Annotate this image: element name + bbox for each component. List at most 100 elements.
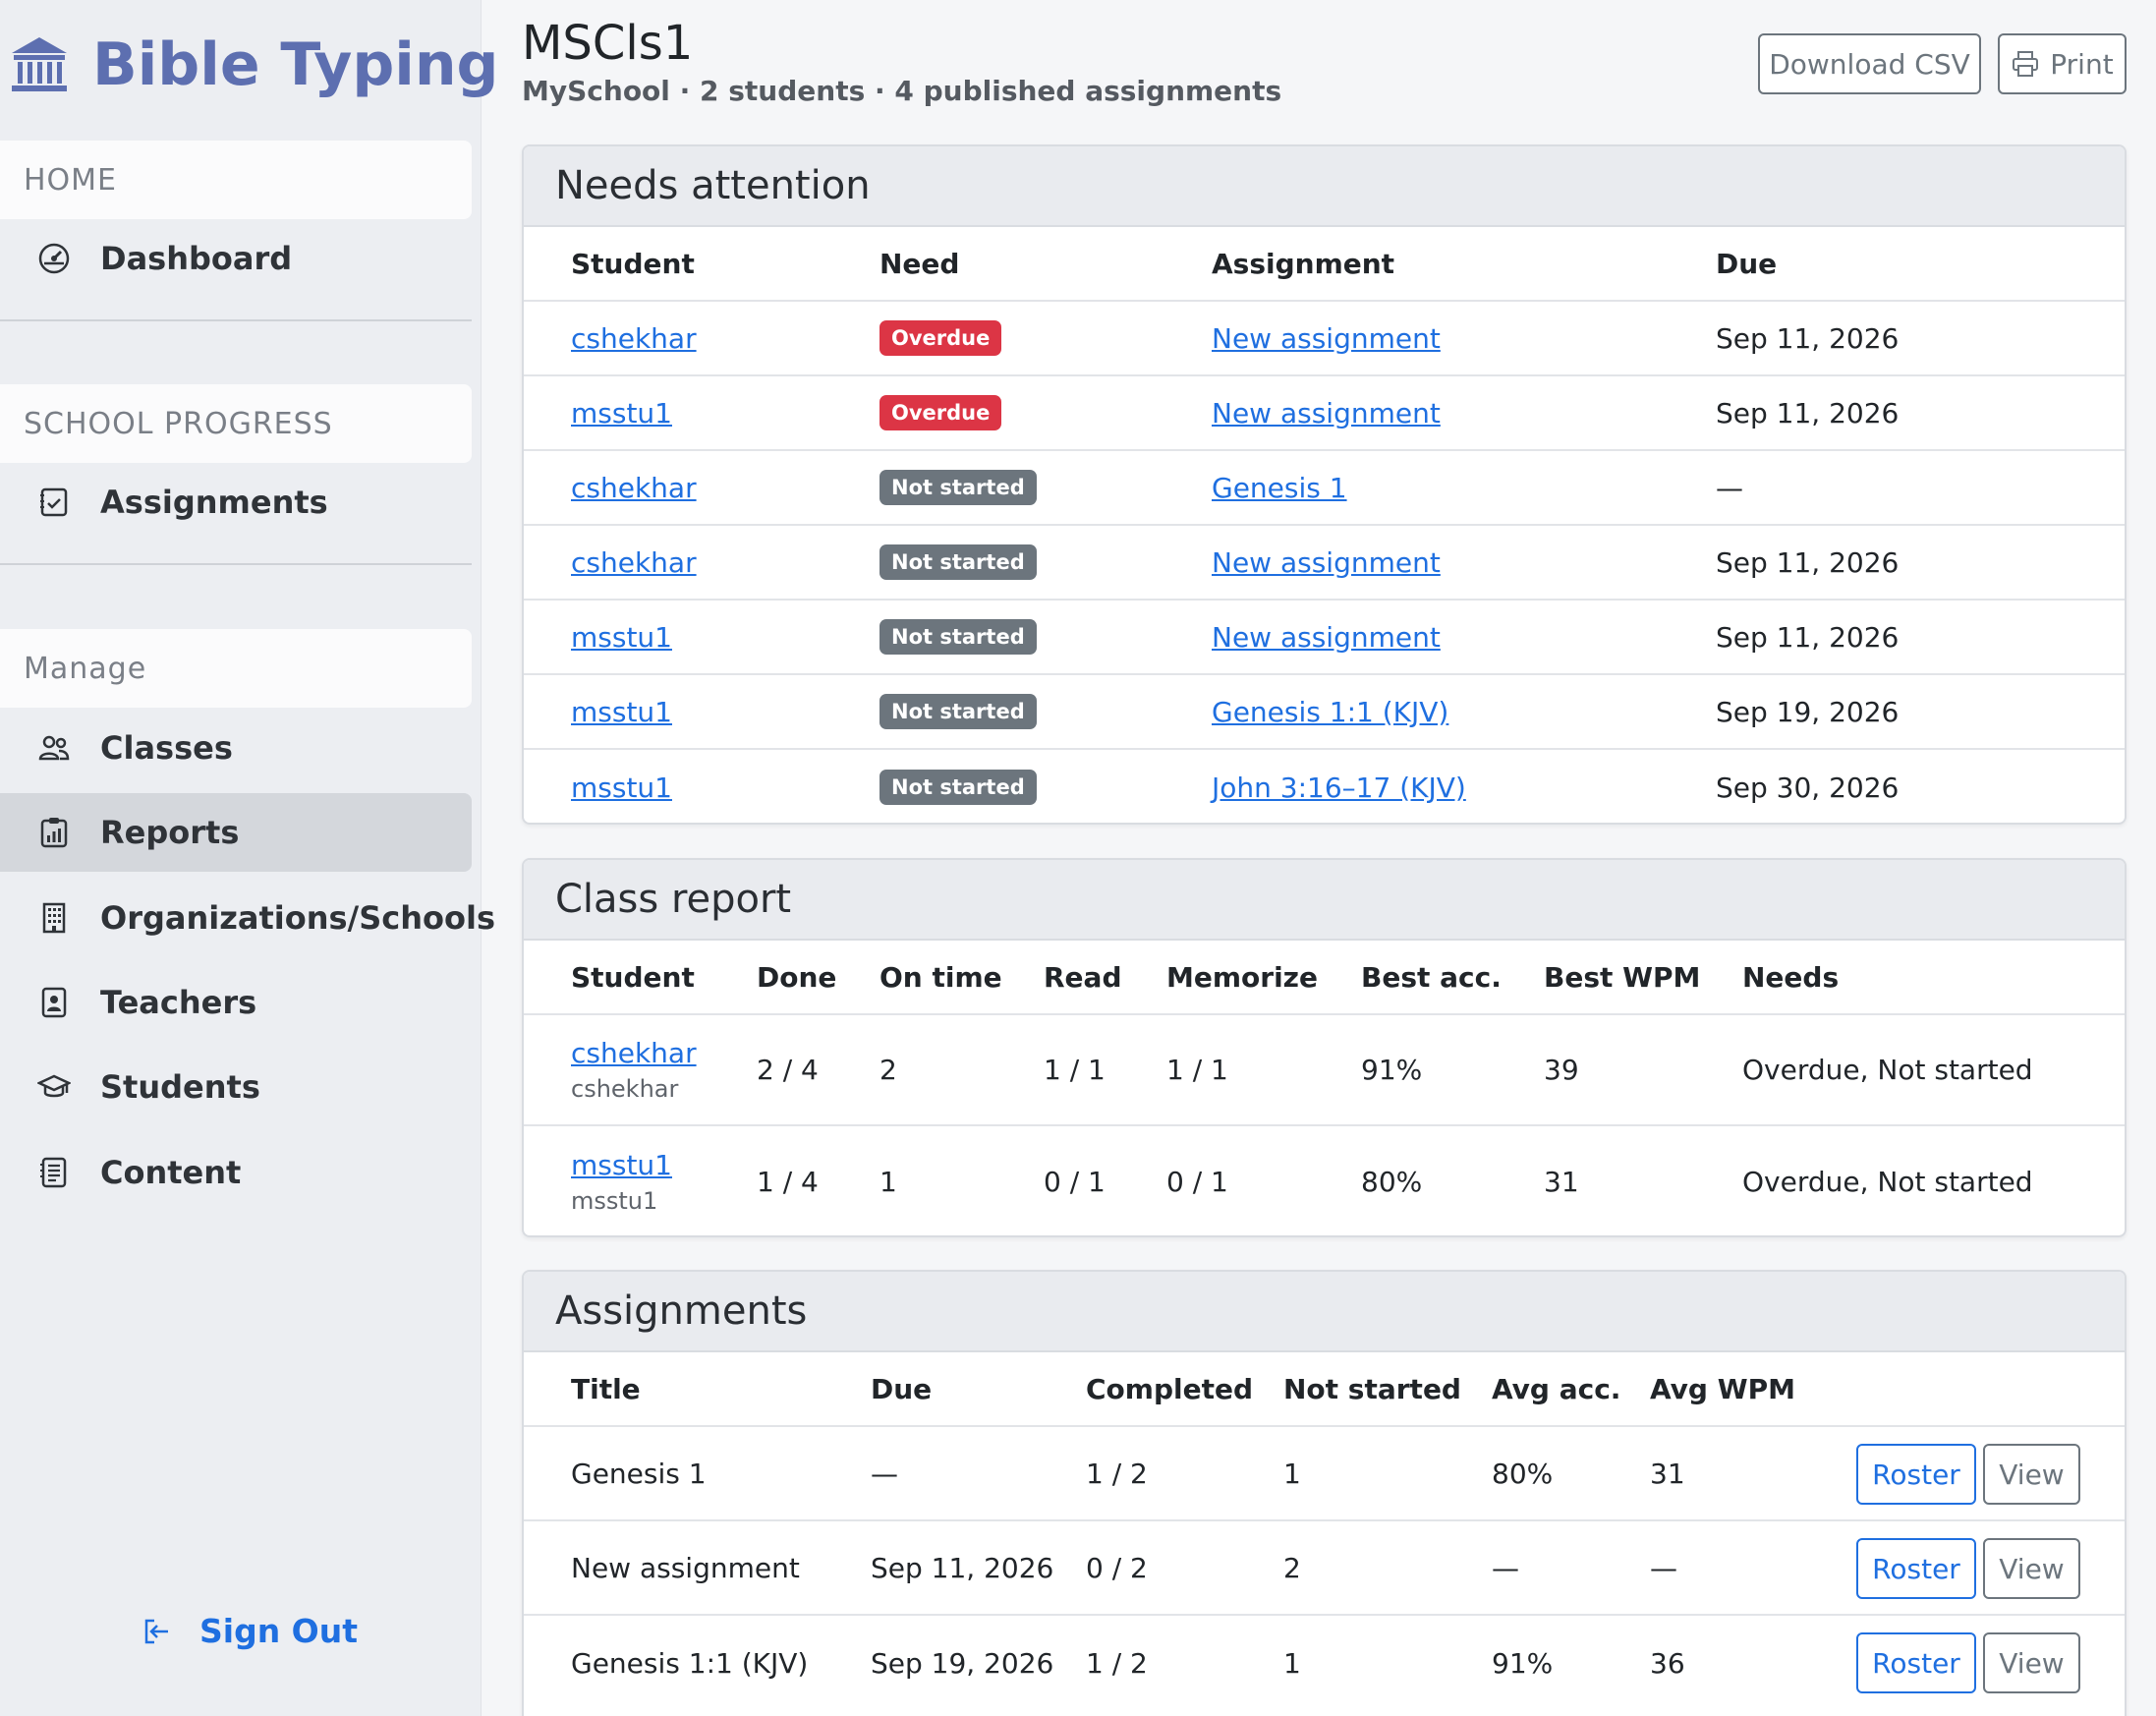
student-link[interactable]: msstu1 [571,621,672,654]
student-link[interactable]: msstu1 [571,772,672,804]
not-started-cell: 1 [1283,1646,1301,1680]
need-badge: Not started [879,544,1037,580]
class-report-card: Class report Student Done On time Read M… [522,858,2127,1237]
assignment-cell: Genesis 1:1 (KJV) [1212,675,1448,748]
student-cell: cshekhar [571,451,697,524]
need-cell: Not started [879,750,1037,823]
mortarboard-icon [37,1074,71,1098]
student-link[interactable]: cshekhar [571,322,697,355]
brand[interactable]: Bible Typing [8,26,499,104]
page-subtitle: MySchool · 2 students · 4 published assi… [522,75,1282,107]
table-row: cshekhar Not started Genesis 1 — [524,451,2125,526]
column-header: Assignment [1212,247,1395,280]
sidebar-item-dashboard[interactable]: Dashboard [0,219,472,298]
building-icon [42,902,66,934]
column-header: Student [571,960,695,994]
need-cell: Not started [879,526,1037,599]
best-wpm-cell: 31 [1544,1166,1579,1198]
student-link[interactable]: msstu1 [571,696,672,728]
title-cell: Genesis 1 [571,1457,707,1490]
student-cell: msstu1 [571,750,672,823]
assignment-cell: John 3:16–17 (KJV) [1212,750,1466,823]
card-title: Class report [524,860,2125,941]
assignment-cell: New assignment [1212,526,1441,599]
memorize-cell: 0 / 1 [1166,1166,1228,1198]
student-link[interactable]: cshekhar [571,546,697,579]
avg-wpm-cell: 31 [1650,1457,1685,1490]
avg-acc-cell: — [1492,1551,1519,1584]
need-cell: Not started [879,451,1037,524]
student-cell: msstu1 msstu1 [571,1126,672,1235]
table-row: New assignment Sep 11, 2026 0 / 2 2 — — Roster… [524,1521,2125,1616]
column-header: Due [871,1372,933,1405]
print-label: Print [2050,47,2114,81]
print-button[interactable]: Print [1998,33,2127,94]
due-cell: — [871,1457,898,1490]
document-icon [40,1157,67,1188]
column-header: Student [571,247,695,280]
assignment-cell: New assignment [1212,601,1441,673]
app-title: Bible Typing [92,30,499,99]
people-icon [38,735,70,761]
title-cell: New assignment [571,1551,800,1584]
sidebar-item-content[interactable]: Content [0,1133,472,1212]
student-link[interactable]: msstu1 [571,1149,672,1181]
column-header: Avg acc. [1492,1372,1621,1405]
sign-out-label: Sign Out [199,1612,359,1650]
assignments-card: Assignments Title Due Completed Not star… [522,1270,2127,1716]
sign-out-link[interactable]: Sign Out [141,1612,358,1650]
column-header: Due [1716,247,1778,280]
student-link[interactable]: cshekhar [571,1037,697,1069]
assignment-link[interactable]: Genesis 1 [1212,472,1347,504]
column-header: On time [879,960,1002,994]
column-header: Best acc. [1361,960,1502,994]
assignment-cell: New assignment [1212,302,1441,374]
need-badge: Not started [879,694,1037,729]
student-cell: msstu1 [571,601,672,673]
assignment-link[interactable]: New assignment [1212,397,1441,429]
due-cell: Sep 19, 2026 [1716,695,1900,728]
column-header: Not started [1283,1372,1461,1405]
sidebar-item-students[interactable]: Students [0,1048,472,1126]
sidebar-item-label: Dashboard [100,240,293,277]
table-row: msstu1 Not started Genesis 1:1 (KJV) Sep 19… [524,675,2125,750]
due-cell: Sep 11, 2026 [1716,620,1900,654]
student-link[interactable]: msstu1 [571,397,672,429]
username: cshekhar [571,1075,679,1103]
student-link[interactable]: cshekhar [571,472,697,504]
view-button[interactable]: View [1983,1444,2080,1505]
roster-button[interactable]: Roster [1856,1538,1976,1599]
sidebar-item-organizations[interactable]: Organizations/Schools [0,879,495,957]
sidebar-item-assignments[interactable]: Assignments [0,463,472,542]
sidebar-item-teachers[interactable]: Teachers [0,963,472,1042]
assignment-cell: New assignment [1212,376,1441,449]
column-header: Best WPM [1544,960,1701,994]
sidebar-item-reports[interactable]: Reports [0,793,472,872]
column-header: Need [879,247,960,280]
view-button[interactable]: View [1983,1538,2080,1599]
roster-button[interactable]: Roster [1856,1632,1976,1693]
due-cell: Sep 30, 2026 [1716,771,1900,804]
bank-icon [12,37,67,91]
need-badge: Not started [879,619,1037,655]
table-row: Genesis 1:1 (KJV) Sep 19, 2026 1 / 2 1 91% 36… [524,1616,2125,1710]
need-badge: Overdue [879,395,1002,430]
sidebar-item-classes[interactable]: Classes [0,709,472,787]
table-header-row: Title Due Completed Not started Avg acc.… [524,1352,2125,1427]
download-csv-button[interactable]: Download CSV [1758,33,1981,94]
roster-button[interactable]: Roster [1856,1444,1976,1505]
view-button[interactable]: View [1983,1632,2080,1693]
reports-icon [40,818,68,848]
column-header: Title [571,1372,641,1405]
assignment-link[interactable]: John 3:16–17 (KJV) [1212,772,1466,804]
table-row: msstu1 Not started John 3:16–17 (KJV) Sep 3… [524,750,2125,823]
assignment-link[interactable]: New assignment [1212,621,1441,654]
assignment-link[interactable]: Genesis 1:1 (KJV) [1212,696,1448,728]
assignment-link[interactable]: New assignment [1212,546,1441,579]
best-acc-cell: 80% [1361,1166,1423,1198]
assignment-link[interactable]: New assignment [1212,322,1441,355]
student-cell: cshekhar [571,302,697,374]
read-cell: 1 / 1 [1044,1054,1106,1086]
due-cell: Sep 19, 2026 [871,1646,1054,1680]
divider [0,563,472,565]
